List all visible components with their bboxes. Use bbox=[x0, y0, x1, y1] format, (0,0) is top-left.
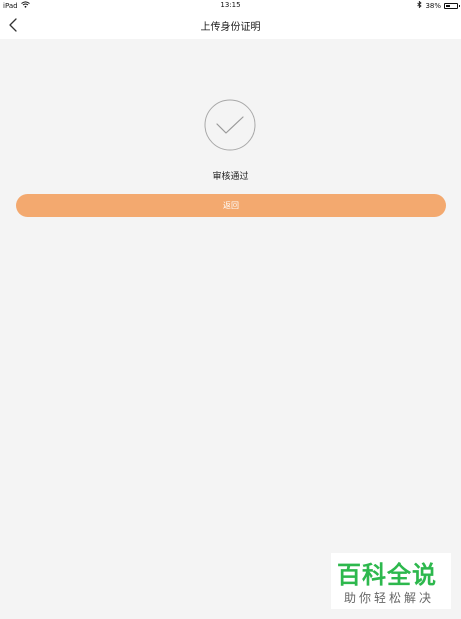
status-time: 13:15 bbox=[220, 1, 241, 9]
review-status-text: 审核通过 bbox=[212, 172, 249, 182]
watermark-title: 百科全说 bbox=[337, 561, 437, 589]
return-button[interactable]: 返回 bbox=[16, 194, 446, 217]
nav-bar: 上传身份证明 bbox=[0, 12, 461, 39]
battery-icon bbox=[444, 2, 460, 9]
bluetooth-icon bbox=[417, 0, 423, 10]
watermark-subtitle: 助你轻松解决 bbox=[344, 591, 435, 605]
page-title: 上传身份证明 bbox=[200, 22, 261, 33]
check-circle-icon bbox=[204, 99, 256, 151]
watermark-logo: 百科全说 助你轻松解决 bbox=[331, 553, 451, 609]
status-bar: iPad 13:15 38% bbox=[0, 0, 461, 12]
battery-percent: 38% bbox=[425, 1, 441, 10]
status-right: 38% bbox=[417, 0, 460, 10]
battery-level bbox=[446, 4, 450, 7]
